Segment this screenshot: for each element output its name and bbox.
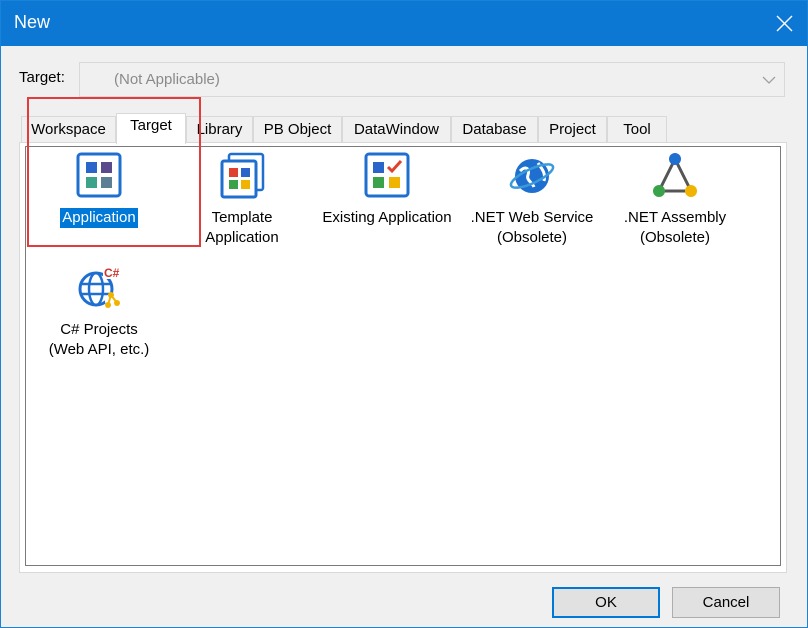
- item-label-line2: (Obsolete): [639, 229, 711, 246]
- item-label-line1: .NET Assembly: [623, 209, 727, 226]
- item-label-line1: Template: [211, 209, 273, 226]
- tab-target[interactable]: Target: [116, 113, 186, 144]
- tab-library[interactable]: Library: [186, 116, 253, 142]
- template-application-icon: [220, 152, 265, 199]
- item-label-line2: (Obsolete): [496, 229, 568, 246]
- title-bar[interactable]: New: [1, 1, 807, 46]
- item-label-line1: C# Projects: [60, 321, 138, 338]
- item-label: Existing Application: [322, 209, 452, 226]
- ok-button[interactable]: OK: [552, 587, 660, 618]
- target-combo-value: (Not Applicable): [114, 71, 220, 88]
- item-label-line2: (Web API, etc.): [48, 341, 150, 358]
- tab-datawindow[interactable]: DataWindow: [342, 116, 451, 142]
- item-label-line2: Application: [205, 229, 279, 246]
- assembly-triangle-icon: [653, 153, 697, 197]
- chevron-down-icon: [762, 76, 776, 84]
- csharp-projects-icon: C#: [78, 265, 121, 309]
- application-icon: [76, 152, 122, 198]
- tab-pb-object[interactable]: PB Object: [253, 116, 342, 142]
- tab-workspace[interactable]: Workspace: [21, 116, 116, 142]
- tab-strip: Workspace Target Library PB Object DataW…: [21, 113, 801, 144]
- close-icon: [776, 15, 793, 32]
- close-button[interactable]: [761, 1, 807, 46]
- target-combo[interactable]: (Not Applicable): [79, 62, 785, 97]
- item-list[interactable]: Application Template Application Existin…: [25, 146, 781, 566]
- web-service-globe-icon: [509, 159, 555, 193]
- item-label: Application: [60, 208, 138, 228]
- window-title: New: [14, 12, 51, 32]
- target-label: Target:: [19, 69, 65, 86]
- existing-application-icon: [364, 152, 410, 198]
- tab-tool[interactable]: Tool: [607, 116, 667, 142]
- new-dialog: New Target: (Not Applicable) Workspace T…: [0, 0, 808, 628]
- cancel-button[interactable]: Cancel: [672, 587, 780, 618]
- item-label-line1: .NET Web Service: [470, 209, 594, 226]
- tab-project[interactable]: Project: [538, 116, 607, 142]
- svg-text:C#: C#: [104, 266, 120, 280]
- tab-database[interactable]: Database: [451, 116, 538, 142]
